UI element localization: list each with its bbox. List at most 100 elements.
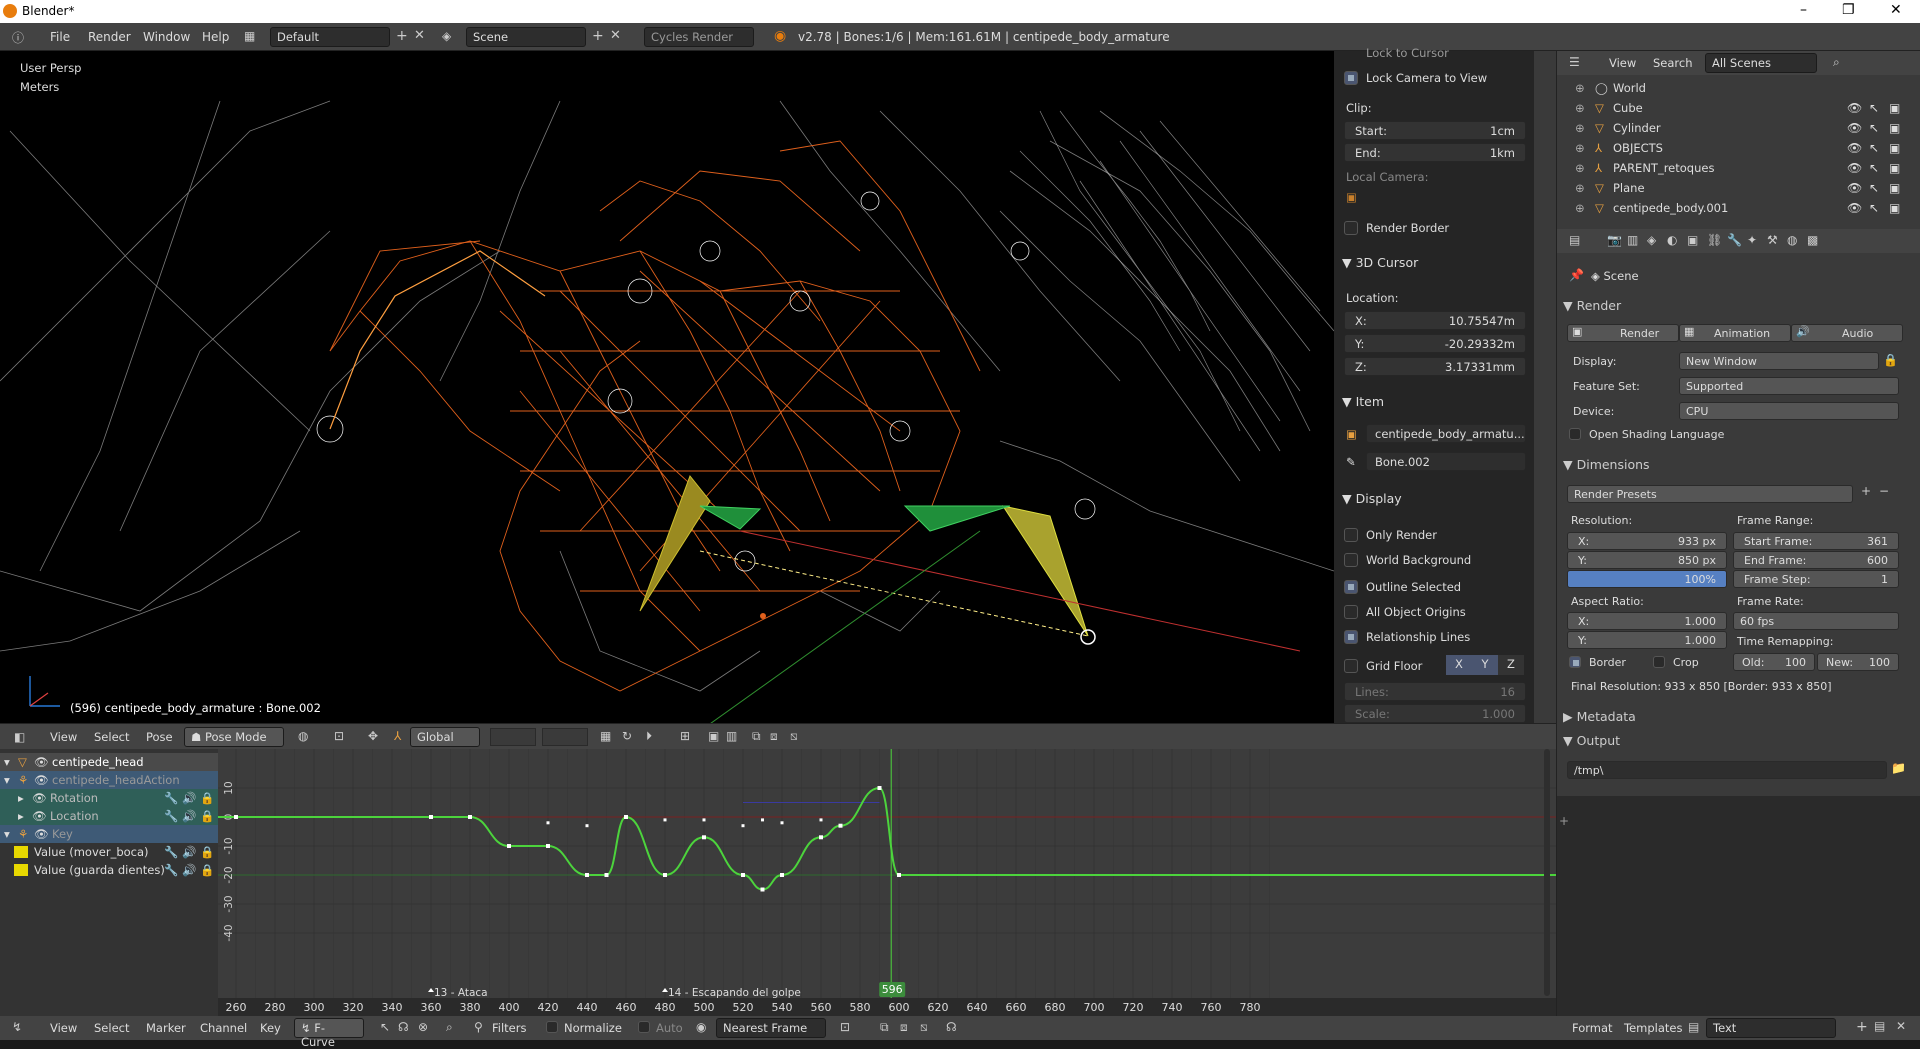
viewport-toolbar-region[interactable] (1534, 51, 1556, 723)
grid-lines-field[interactable]: Lines: 16 (1344, 682, 1526, 701)
keyframe-point[interactable] (507, 844, 511, 848)
eye-icon[interactable]: 👁 (1847, 101, 1862, 115)
keyframe-handle[interactable] (819, 818, 823, 822)
aspect-y-field[interactable]: Y: 1.000 (1567, 631, 1727, 649)
render-tab-icon[interactable]: 📷 (1607, 233, 1622, 247)
mute-icon[interactable]: 🔊 (182, 809, 196, 823)
keyframe-point[interactable] (663, 873, 667, 877)
channel-group[interactable]: ▸ 👁 Location 🔧 🔊 🔒 (0, 807, 218, 825)
templates-menu[interactable]: Templates (1624, 1021, 1682, 1035)
keyframe-handle[interactable] (546, 821, 550, 825)
output-path-field[interactable]: /tmp\ (1567, 761, 1887, 779)
render-camera-icon[interactable]: ▣ (1889, 201, 1900, 215)
frame-step-field[interactable]: Frame Step: 1 (1733, 570, 1899, 588)
keyframe-point[interactable] (780, 873, 784, 877)
ghost-curves-icon[interactable]: ☊ (946, 1020, 957, 1034)
outliner-item[interactable]: ⊕ ▽ Cube 👁 ↖ ▣ (1557, 99, 1920, 118)
collapse-icon[interactable]: ▾ (4, 827, 10, 841)
channel-curve[interactable]: Value (guarda dientes) 🔧 🔊 🔒 (0, 861, 218, 879)
render-camera-icon[interactable]: ▣ (1889, 141, 1900, 155)
resolution-y-field[interactable]: Y: 850 px (1567, 551, 1727, 569)
graph-editor-area[interactable]: 10 0 -10 -20 -30 -40 260 280 300 320 340 360 380 400 4… (218, 749, 1556, 1016)
render-camera-icon[interactable]: ▣ (1889, 181, 1900, 195)
frame-ruler[interactable] (218, 998, 1556, 1016)
paste-flipped-icon[interactable]: ⧅ (790, 729, 798, 744)
keyframe-point[interactable] (234, 815, 238, 819)
modifier-wrench-icon[interactable]: 🔧 (164, 791, 178, 805)
paste-pose-icon[interactable]: ⧈ (770, 729, 778, 744)
add-scene-icon[interactable]: + (592, 28, 604, 44)
outliner-display-dropdown[interactable]: All Scenes (1705, 53, 1817, 73)
menu-window[interactable]: Window (143, 30, 190, 44)
keyframe-point[interactable] (585, 873, 589, 877)
bone-name-field[interactable]: Bone.002 (1366, 452, 1526, 471)
select-arrow-icon[interactable]: ↖ (1869, 201, 1879, 215)
scene-tab-icon[interactable]: ◈ (1647, 233, 1656, 247)
remove-preset-icon[interactable]: − (1879, 484, 1889, 498)
pin-icon[interactable]: 📌 (1569, 268, 1584, 282)
collapse-icon[interactable]: ▾ (4, 755, 10, 769)
bone-tab-icon[interactable]: ⚒ (1767, 233, 1778, 247)
eye-icon[interactable]: 👁 (1847, 161, 1862, 175)
maximize-button[interactable]: ❐ (1842, 2, 1855, 18)
auto-normalize-checkbox[interactable] (638, 1021, 650, 1033)
dimensions-panel-header[interactable]: ▼ Dimensions (1563, 457, 1650, 472)
render-preview-icon[interactable]: ▣ (708, 729, 719, 743)
select-menu[interactable]: Select (94, 730, 129, 744)
expand-icon[interactable]: + (1559, 814, 1569, 828)
channel-object[interactable]: ▾ ▽ 👁 centipede_head (0, 753, 218, 771)
world-background-checkbox[interactable] (1344, 553, 1358, 567)
outliner-item[interactable]: ⊕ ◯ World (1557, 79, 1920, 98)
pivot-point-icon[interactable]: ⊡ (840, 1020, 850, 1034)
keyframe-point[interactable] (741, 873, 745, 877)
cursor-x-field[interactable]: X: 10.75547m (1344, 311, 1526, 330)
select-arrow-icon[interactable]: ↖ (1869, 141, 1879, 155)
menu-help[interactable]: Help (202, 30, 229, 44)
eye-icon[interactable]: 👁 (1847, 141, 1862, 155)
keyframe-handle[interactable] (702, 818, 706, 822)
keyframe-point[interactable] (702, 835, 706, 840)
only-selected-icon[interactable]: ↖ (380, 1020, 390, 1034)
render-camera-icon[interactable]: ▣ (1889, 161, 1900, 175)
panel-display-header[interactable]: ▼ Display (1342, 491, 1402, 506)
expand-icon[interactable]: ⊕ (1575, 81, 1585, 95)
keyframe-point[interactable] (819, 835, 823, 840)
outliner-item[interactable]: ⊕ ▽ centipede_body.001 👁 ↖ ▣ (1557, 199, 1920, 218)
copy-pose-icon[interactable]: ⧉ (752, 729, 761, 744)
open-text-icon[interactable]: ▤ (1874, 1019, 1885, 1033)
channel-curve[interactable]: Value (mover_boca) 🔧 🔊 🔒 (0, 843, 218, 861)
panel-3d-cursor-header[interactable]: ▼ 3D Cursor (1342, 255, 1418, 270)
metadata-panel-header[interactable]: ▶ Metadata (1563, 709, 1636, 724)
filters-label[interactable]: Filters (492, 1021, 526, 1035)
graph-key-menu[interactable]: Key (260, 1021, 281, 1035)
search-filter-icon[interactable]: ⌕ (446, 1020, 453, 1035)
keyframe-point[interactable] (604, 873, 609, 877)
paste-flip-keys-icon[interactable]: ⧅ (920, 1020, 928, 1035)
text-editor-area[interactable]: + (1556, 796, 1920, 1016)
modifiers-tab-icon[interactable]: 🔧 (1727, 233, 1742, 247)
texture-tab-icon[interactable]: ▩ (1807, 233, 1818, 247)
all-origins-checkbox[interactable] (1344, 605, 1358, 619)
eye-icon[interactable]: 👁 (1847, 121, 1862, 135)
expand-icon[interactable]: ▸ (18, 791, 24, 805)
layers-tab-icon[interactable]: ▥ (1627, 233, 1638, 247)
remove-scene-icon[interactable]: ✕ (610, 28, 621, 43)
bone-green-left[interactable] (699, 505, 762, 530)
eye-icon[interactable]: 👁 (34, 773, 49, 787)
world-tab-icon[interactable]: ◐ (1667, 233, 1677, 247)
outliner-editor-icon[interactable]: ☰ (1569, 55, 1580, 69)
only-render-checkbox[interactable] (1344, 528, 1358, 542)
add-preset-icon[interactable]: + (1861, 484, 1871, 498)
expand-icon[interactable]: ⊕ (1575, 181, 1585, 195)
panel-item-header[interactable]: ▼ Item (1342, 394, 1384, 409)
lock-icon[interactable]: 🔒 (1883, 353, 1898, 367)
camera-icon[interactable]: ▣ (1346, 190, 1357, 204)
start-frame-field[interactable]: Start Frame: 361 (1733, 532, 1899, 550)
object-name-field[interactable]: centipede_body_armatu... (1366, 424, 1526, 443)
select-arrow-icon[interactable]: ↖ (1869, 121, 1879, 135)
end-frame-field[interactable]: End Frame: 600 (1733, 551, 1899, 569)
modifier-wrench-icon[interactable]: 🔧 (164, 845, 178, 859)
close-button[interactable]: ✕ (1890, 2, 1902, 18)
device-dropdown[interactable]: CPU (1679, 402, 1899, 420)
axis-z-toggle[interactable]: Z (1498, 655, 1524, 675)
